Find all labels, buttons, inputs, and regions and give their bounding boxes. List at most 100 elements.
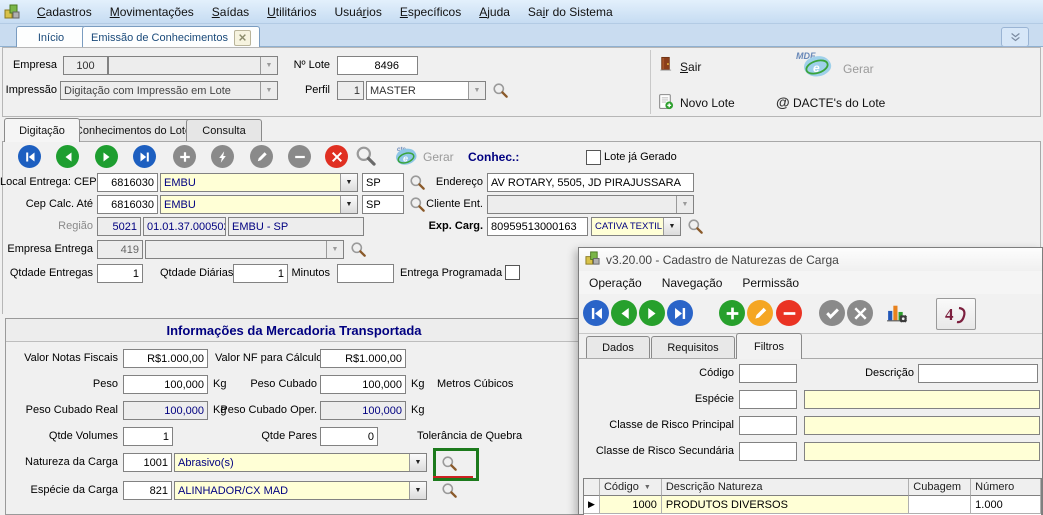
nav-last-icon[interactable] [667, 300, 693, 326]
empresa-combo[interactable]: ▼ [108, 56, 278, 75]
menu-cadastros[interactable]: Cadastros [28, 2, 101, 22]
perfil-combo[interactable]: MASTER ▼ [366, 81, 486, 100]
peso-cubado-field[interactable]: 100,000 [320, 375, 406, 394]
exp-carg-cnpj-field[interactable]: 80959513000163 [487, 217, 588, 236]
valor-nf-field[interactable]: R$1.000,00 [123, 349, 208, 368]
chevron-down-icon[interactable]: ▼ [409, 454, 426, 471]
popup-classe-secundaria-field[interactable] [739, 442, 797, 461]
sort-desc-icon[interactable]: ▼ [644, 484, 651, 491]
grid-cell[interactable]: 1.000 [971, 496, 1041, 514]
endereco-field[interactable]: AV ROTARY, 5505, JD PIRAJUSSARA [487, 173, 694, 192]
cancel-icon[interactable] [847, 300, 873, 326]
tab-emissao-conhecimentos[interactable]: Emissão de Conhecimentos [82, 26, 260, 48]
menu-espec-ficos[interactable]: Específicos [391, 2, 470, 22]
popup-descricao-field[interactable] [918, 364, 1038, 383]
confirm-icon[interactable] [819, 300, 845, 326]
cancel-icon[interactable] [325, 145, 348, 168]
grid-data-row[interactable]: ▶ 1000 PRODUTOS DIVERSOS 1.000 [584, 496, 1041, 514]
lote-ja-gerado-checkbox[interactable] [586, 150, 601, 165]
gerar-mdfe-button[interactable]: Gerar [843, 62, 874, 76]
grid-cell[interactable]: 1000 [599, 496, 662, 514]
natureza-combo[interactable]: Abrasivo(s) ▼ [174, 453, 427, 472]
cliente-ent-combo[interactable]: ▼ [487, 195, 694, 214]
local-cidade-combo[interactable]: EMBU ▼ [160, 173, 358, 192]
popup-codigo-field[interactable] [739, 364, 797, 383]
tab-inicio[interactable]: Início [16, 26, 86, 48]
chevron-down-icon[interactable]: ▼ [409, 482, 426, 499]
popup-menu-navega-o[interactable]: Navegação [652, 273, 733, 293]
tab-digitacao[interactable]: Digitação [4, 118, 80, 142]
valor-nf-calc-field[interactable]: R$1.000,00 [320, 349, 406, 368]
qtdade-diarias-field[interactable]: 1 [233, 264, 288, 283]
nav-first-icon[interactable] [18, 145, 41, 168]
peso-field[interactable]: 100,000 [123, 375, 208, 394]
chart-settings-icon[interactable] [885, 301, 910, 325]
menu-movimenta-es[interactable]: Movimentações [101, 2, 203, 22]
tab-consulta[interactable]: Consulta [186, 119, 262, 142]
chevron-down-icon[interactable]: ▼ [468, 82, 485, 99]
tab-overflow-button[interactable] [1001, 27, 1029, 47]
natureza-code-field[interactable]: 1001 [123, 453, 172, 472]
nav-last-icon[interactable] [133, 145, 156, 168]
especie-search-icon[interactable] [441, 482, 458, 499]
popup-menu-opera-o[interactable]: Operação [579, 273, 652, 293]
novo-lote-button[interactable]: Novo Lote [680, 96, 735, 110]
dactes-do-lote-button[interactable]: DACTE's do Lote [793, 96, 885, 110]
popup-classe-principal-field[interactable] [739, 416, 797, 435]
delete-icon[interactable] [776, 300, 802, 326]
numero-lote-field[interactable]: 8496 [337, 56, 418, 75]
nav-next-icon[interactable] [95, 145, 118, 168]
menu-usu-rios[interactable]: Usuários [325, 2, 390, 22]
gerar-cte-button[interactable]: Gerar [423, 150, 454, 164]
sair-button[interactable]: Sair [680, 60, 701, 74]
vendor-logo-button[interactable]: 4 [936, 298, 976, 330]
exp-carg-combo[interactable]: CATIVA TEXTIL IN▼ [591, 217, 681, 236]
especie-code-field[interactable]: 821 [123, 481, 172, 500]
cep-calc-uf-field[interactable]: SP [362, 195, 404, 214]
close-tab-icon[interactable] [233, 29, 251, 46]
remove-icon[interactable] [288, 145, 311, 168]
chevron-down-icon[interactable]: ▼ [340, 196, 357, 213]
menu-ajuda[interactable]: Ajuda [470, 2, 519, 22]
cep-calc-field[interactable]: 6816030 [97, 195, 158, 214]
edit-icon[interactable] [747, 300, 773, 326]
natureza-search-icon[interactable] [441, 455, 458, 472]
chevron-down-icon[interactable]: ▼ [676, 196, 693, 213]
qtde-pares-field[interactable]: 0 [320, 427, 378, 446]
perfil-search-icon[interactable] [492, 82, 509, 99]
empresa-entrega-search-icon[interactable] [350, 241, 367, 258]
nav-first-icon[interactable] [583, 300, 609, 326]
empresa-entrega-code-field[interactable]: 419 [97, 240, 143, 259]
edit-icon[interactable] [250, 145, 273, 168]
grid-column-descri-o-natureza[interactable]: Descrição Natureza [661, 479, 910, 496]
empresa-entrega-combo[interactable]: ▼ [145, 240, 344, 259]
menu-utilit-rios[interactable]: Utilitários [258, 2, 325, 22]
execute-icon[interactable] [211, 145, 234, 168]
exp-carg-search-icon[interactable] [687, 218, 704, 235]
popup-titlebar[interactable]: v3.20.00 - Cadastro de Naturezas de Carg… [579, 248, 1042, 271]
empresa-code-field[interactable]: 100 [63, 56, 108, 75]
entrega-programada-checkbox[interactable] [505, 265, 520, 280]
nav-prev-icon[interactable] [611, 300, 637, 326]
cep-calc-cidade-combo[interactable]: EMBU ▼ [160, 195, 358, 214]
naturezas-grid[interactable]: Código ▼ Descrição Natureza Cubagem Número ▶ 1… [583, 478, 1042, 515]
local-cep-field[interactable]: 6816030 [97, 173, 158, 192]
popup-tab-requisitos[interactable]: Requisitos [651, 336, 735, 359]
popup-tab-filtros[interactable]: Filtros [736, 333, 802, 359]
chevron-down-icon[interactable]: ▼ [260, 82, 277, 99]
nav-next-icon[interactable] [639, 300, 665, 326]
qtde-volumes-field[interactable]: 1 [123, 427, 173, 446]
chevron-down-icon[interactable]: ▼ [326, 241, 343, 258]
especie-combo[interactable]: ALINHADOR/CX MAD ▼ [174, 481, 427, 500]
chevron-down-icon[interactable]: ▼ [340, 174, 357, 191]
add-icon[interactable] [173, 145, 196, 168]
nav-prev-icon[interactable] [56, 145, 79, 168]
tab-conhecimentos-do-lote[interactable]: Conhecimentos do Lote [65, 119, 201, 142]
grid-column-n-mero[interactable]: Número [971, 479, 1041, 496]
grid-column-cubagem[interactable]: Cubagem [909, 479, 972, 496]
grid-cell[interactable]: PRODUTOS DIVERSOS [661, 496, 910, 514]
impressao-combo[interactable]: Digitação com Impressão em Lote ▼ [60, 81, 278, 100]
popup-menu-permiss-o[interactable]: Permissão [732, 273, 809, 293]
minutos-field[interactable] [337, 264, 394, 283]
grid-column-c-digo[interactable]: Código ▼ [599, 479, 662, 496]
